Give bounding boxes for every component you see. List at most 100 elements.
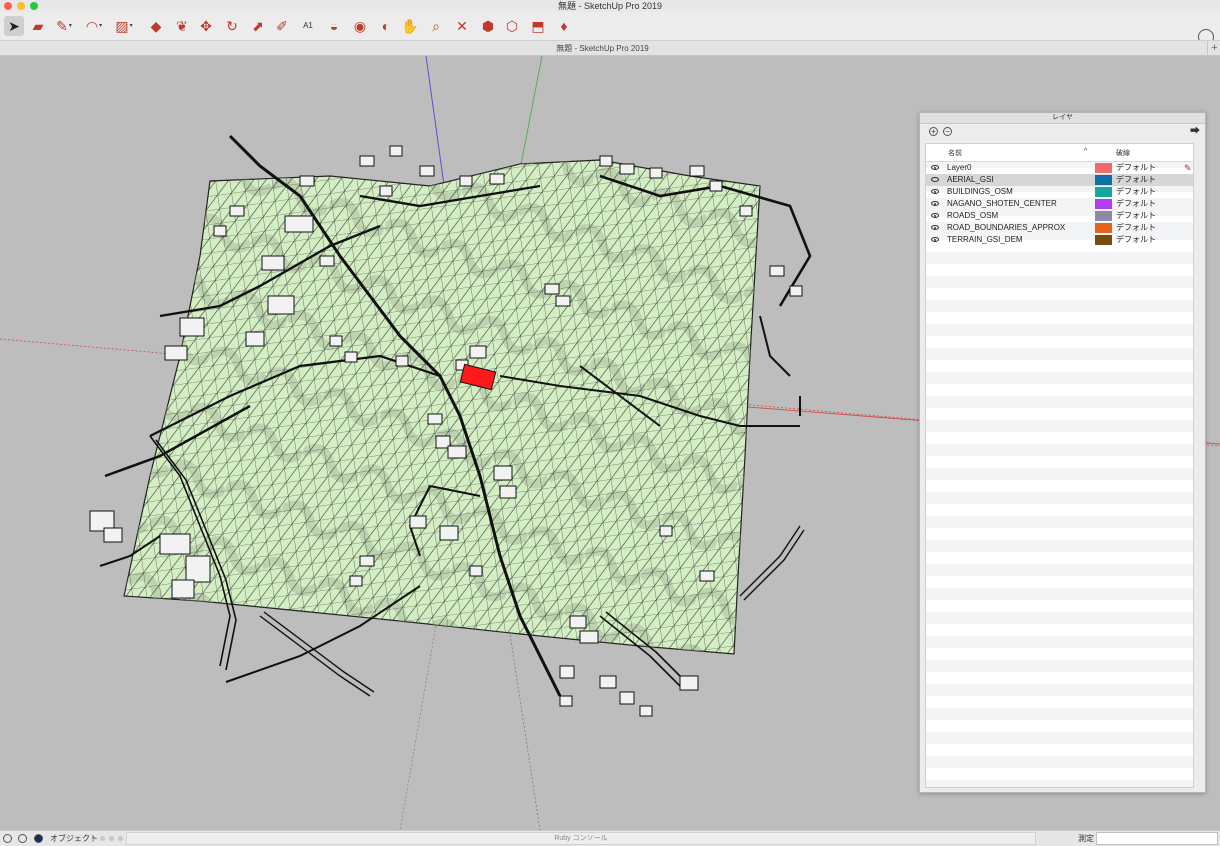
send-to-layout-tool[interactable]: ⬒ xyxy=(528,16,548,36)
measurements-input[interactable] xyxy=(1096,832,1218,845)
extension-warehouse-tool[interactable]: ⬡ xyxy=(502,16,522,36)
new-tab-button[interactable]: + xyxy=(1207,41,1220,56)
pan-tool[interactable]: ◐ xyxy=(376,16,396,36)
visibility-eye-icon[interactable] xyxy=(931,201,939,206)
title-bar: 無題 - SketchUp Pro 2019 xyxy=(0,0,1220,12)
orbit-icon: ◉ xyxy=(353,18,367,34)
layers-panel-title: レイヤ xyxy=(920,113,1205,124)
visibility-eye-icon[interactable] xyxy=(931,177,939,182)
add-layer-button[interactable]: + xyxy=(929,127,938,136)
warehouse-tool[interactable]: ⬢ xyxy=(478,16,498,36)
arc-icon: ◠ xyxy=(85,18,99,34)
layer-dash-style[interactable]: デフォルト xyxy=(1116,198,1156,210)
scale-tool[interactable]: ⬈ xyxy=(248,16,268,36)
layer-row[interactable]: AERIAL_GSI デフォルト xyxy=(926,174,1193,186)
layer-row[interactable]: ROADS_OSM デフォルト xyxy=(926,210,1193,222)
extension-manager-tool[interactable]: ♦ xyxy=(554,16,574,36)
visibility-eye-icon[interactable] xyxy=(931,237,939,242)
status-bar: オブジェクト Ruby コンソール 測定 xyxy=(0,830,1220,846)
column-name-header[interactable]: 名前 xyxy=(948,148,962,158)
tape-measure-tool[interactable]: ✐ xyxy=(272,16,292,36)
layers-list: 名前 ^ 破線 Layer0 デフォルト ✎ AERIAL_GSI デフォルト BUILD… xyxy=(925,143,1194,788)
ruby-console-field[interactable]: Ruby コンソール xyxy=(126,832,1036,845)
visibility-eye-icon[interactable] xyxy=(931,165,939,170)
send-to-layout-icon: ⬒ xyxy=(531,18,545,34)
document-tab[interactable]: 無題 - SketchUp Pro 2019 xyxy=(0,41,1205,57)
paint-bucket-icon: ◒ xyxy=(329,18,339,34)
push-pull-tool[interactable]: ◆ xyxy=(146,16,166,36)
credits-icon[interactable] xyxy=(18,834,27,843)
rotate-tool[interactable]: ↻ xyxy=(222,16,242,36)
status-mode-text: オブジェクト xyxy=(50,834,98,843)
layer-color-swatch[interactable] xyxy=(1095,199,1112,209)
remove-layer-button[interactable]: − xyxy=(943,127,952,136)
text-tool[interactable]: A1 xyxy=(298,16,318,36)
layer-color-swatch[interactable] xyxy=(1095,187,1112,197)
layer-dash-style[interactable]: デフォルト xyxy=(1116,162,1156,174)
layer-row[interactable]: BUILDINGS_OSM デフォルト xyxy=(926,186,1193,198)
paint-bucket-tool[interactable]: ◒ xyxy=(324,16,344,36)
layer-dash-style[interactable]: デフォルト xyxy=(1116,234,1156,246)
eraser-tool[interactable]: ▰ xyxy=(28,16,48,36)
layer-color-swatch[interactable] xyxy=(1095,175,1112,185)
layer-name[interactable]: TERRAIN_GSI_DEM xyxy=(947,234,1023,246)
layer-name[interactable]: BUILDINGS_OSM xyxy=(947,186,1013,198)
column-dash-header[interactable]: 破線 xyxy=(1116,148,1130,158)
layer-details-icon[interactable]: ⮕ xyxy=(1190,126,1200,137)
push-pull-icon: ◆ xyxy=(150,18,162,34)
layer-color-swatch[interactable] xyxy=(1095,223,1112,233)
layer-dash-style[interactable]: デフォルト xyxy=(1116,174,1156,186)
line-tool[interactable]: ✎ ▾ xyxy=(54,16,74,36)
zoom-extents-icon: ✕ xyxy=(456,18,468,34)
layer-row[interactable]: Layer0 デフォルト ✎ xyxy=(926,162,1193,174)
layer-name[interactable]: ROADS_OSM xyxy=(947,210,998,222)
offset-icon: ❦ xyxy=(176,18,188,34)
zoom-icon: ⌕ xyxy=(432,18,440,34)
visibility-eye-icon[interactable] xyxy=(931,189,939,194)
pan-icon: ◐ xyxy=(381,18,391,34)
offset-tool[interactable]: ❦ xyxy=(172,16,192,36)
sort-arrow-icon[interactable]: ^ xyxy=(1084,148,1087,155)
window-title: 無題 - SketchUp Pro 2019 xyxy=(557,1,663,11)
layer-dash-style[interactable]: デフォルト xyxy=(1116,222,1156,234)
layer-color-swatch[interactable] xyxy=(1095,235,1112,245)
dropdown-arrow-icon[interactable]: ▾ xyxy=(69,16,72,36)
user-status-icon[interactable] xyxy=(34,834,43,843)
dropdown-arrow-icon[interactable]: ▾ xyxy=(130,16,133,36)
line-icon: ✎ xyxy=(56,18,68,34)
layer-color-swatch[interactable] xyxy=(1095,211,1112,221)
layer-dash-style[interactable]: デフォルト xyxy=(1116,186,1156,198)
layer-row[interactable]: NAGANO_SHOTEN_CENTER デフォルト xyxy=(926,198,1193,210)
status-dot-3 xyxy=(118,836,123,841)
orbit-tool[interactable]: ◉ xyxy=(350,16,370,36)
scale-icon: ⬈ xyxy=(252,18,264,34)
rectangle-tool[interactable]: ▨ ▾ xyxy=(114,16,134,36)
zoom-extents-tool[interactable]: ✕ xyxy=(452,16,472,36)
layers-panel: レイヤ + − ⮕ 名前 ^ 破線 Layer0 デフォルト ✎ AERIAL_GSI… xyxy=(919,112,1206,793)
arc-tool[interactable]: ◠ ▾ xyxy=(84,16,104,36)
layer-name[interactable]: Layer0 xyxy=(947,162,971,174)
eraser-icon: ▰ xyxy=(32,18,44,34)
layer-color-swatch[interactable] xyxy=(1095,163,1112,173)
layer-name[interactable]: AERIAL_GSI xyxy=(947,174,994,186)
layer-row[interactable]: TERRAIN_GSI_DEM デフォルト xyxy=(926,234,1193,246)
status-dot-2 xyxy=(109,836,114,841)
rectangle-icon: ▨ xyxy=(115,18,129,34)
layer-name[interactable]: ROAD_BOUNDARIES_APPROX xyxy=(947,222,1065,234)
dropdown-arrow-icon[interactable]: ▾ xyxy=(99,16,102,36)
zoom-tool[interactable]: ⌕ xyxy=(426,16,446,36)
geolocation-icon[interactable] xyxy=(3,834,12,843)
move-tool[interactable]: ✥ xyxy=(196,16,216,36)
layer-row[interactable]: ROAD_BOUNDARIES_APPROX デフォルト xyxy=(926,222,1193,234)
visibility-eye-icon[interactable] xyxy=(931,213,939,218)
extension-warehouse-icon: ⬡ xyxy=(505,18,519,34)
hand-tool[interactable]: ✋ xyxy=(400,16,420,36)
document-tab-bar: 無題 - SketchUp Pro 2019 + xyxy=(0,40,1220,56)
tape-measure-icon: ✐ xyxy=(276,18,288,34)
layer-name[interactable]: NAGANO_SHOTEN_CENTER xyxy=(947,198,1057,210)
select-tool[interactable]: ➤ xyxy=(4,16,24,36)
status-dot-1 xyxy=(100,836,105,841)
measurements-label: 測定 xyxy=(1078,834,1094,843)
visibility-eye-icon[interactable] xyxy=(931,225,939,230)
layer-dash-style[interactable]: デフォルト xyxy=(1116,210,1156,222)
